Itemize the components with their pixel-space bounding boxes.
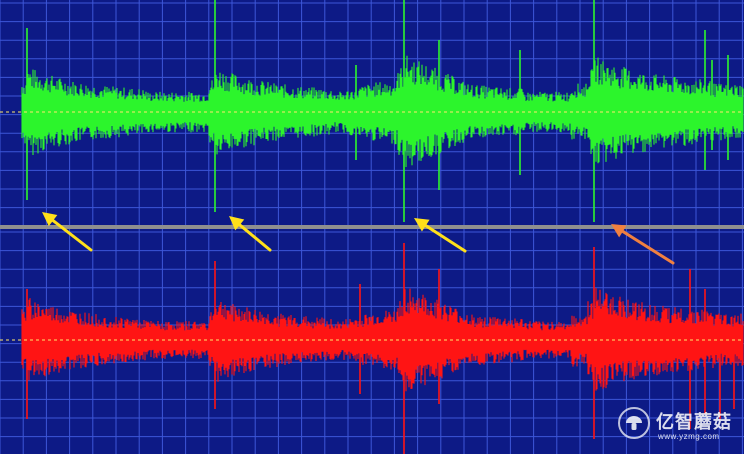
left-channel-track[interactable]: [0, 0, 744, 225]
watermark-name: 亿智蘑菇: [656, 412, 732, 433]
left-channel-waveform: [0, 0, 744, 225]
mushroom-icon: [618, 407, 650, 439]
watermark-url: www.yzmg.com: [658, 432, 720, 441]
watermark: 亿智蘑菇 www.yzmg.com: [618, 406, 740, 446]
waveform-editor[interactable]: 亿智蘑菇 www.yzmg.com: [0, 0, 744, 454]
